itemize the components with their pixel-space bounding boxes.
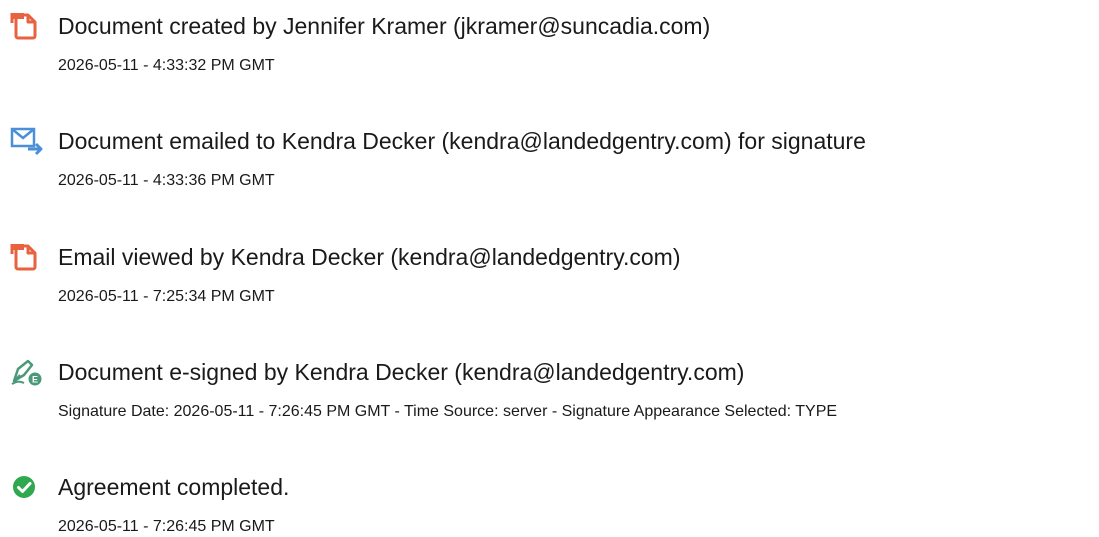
event-timestamp: 2026-05-11 - 4:33:32 PM GMT [58,57,275,74]
event-title: Document created by Jennifer Kramer (jkr… [58,13,711,39]
event-title: Document e-signed by Kendra Decker (kend… [58,359,745,385]
event-timestamp: 2026-05-11 - 7:26:45 PM GMT [58,518,275,535]
event-title: Agreement completed. [58,474,290,500]
svg-text:E: E [32,375,38,385]
document-icon [10,11,44,41]
event-title: Document emailed to Kendra Decker (kendr… [58,128,866,154]
document-icon [10,242,44,272]
event-signature-details: Signature Date: 2026-05-11 - 7:26:45 PM … [58,403,838,420]
email-forward-icon [10,126,44,156]
event-timestamp: 2026-05-11 - 4:33:36 PM GMT [58,172,275,189]
check-circle-icon [10,472,44,502]
event-timestamp: 2026-05-11 - 7:25:34 PM GMT [58,288,275,305]
event-title: Email viewed by Kendra Decker (kendra@la… [58,244,681,270]
esign-pen-icon: E [10,357,44,387]
